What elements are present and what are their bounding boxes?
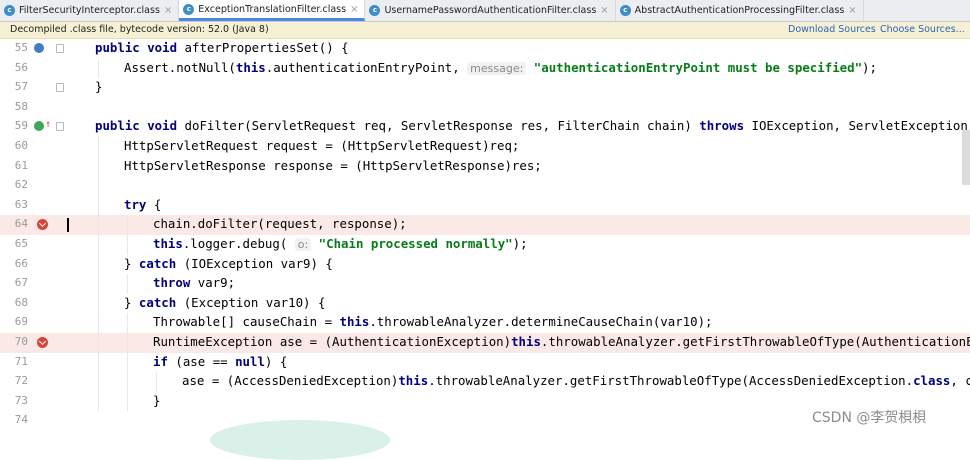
code-line: 69 Throwable[] causeChain = this.throwab… [0, 313, 970, 333]
tab-exception-translation-filter[interactable]: c ExceptionTranslationFilter.class × [179, 0, 366, 21]
tab-label: UsernamePasswordAuthenticationFilter.cla… [384, 5, 597, 16]
code-line: 67 throw var9; [0, 274, 970, 294]
line-number: 69 [14, 315, 28, 329]
code-editor[interactable]: 55 public void afterPropertiesSet() { 56… [0, 39, 970, 436]
line-number: 61 [14, 158, 28, 172]
download-sources-link[interactable]: Download Sources [788, 24, 876, 35]
line-number: 59 [14, 119, 28, 133]
fold-icon[interactable] [56, 44, 64, 53]
tab-abstract-authentication-processing-filter[interactable]: c AbstractAuthenticationProcessingFilter… [616, 0, 864, 21]
line-number: 57 [14, 80, 28, 94]
code-line: 66 } catch (IOException var9) { [0, 254, 970, 275]
editor-tab-bar: c FilterSecurityInterceptor.class × c Ex… [0, 0, 970, 22]
arrow-up-icon[interactable]: ↑ [45, 119, 51, 130]
code-text: try { [124, 196, 162, 212]
close-icon[interactable]: × [848, 5, 856, 16]
code-line: 65 this.logger.debug( o: "Chain processe… [0, 235, 970, 255]
class-file-icon: c [369, 5, 381, 16]
code-text: HttpServletRequest request = (HttpServle… [124, 138, 520, 153]
code-line: 56 Assert.notNull(this.authenticationEnt… [0, 58, 970, 79]
code-text: Throwable[] causeChain = this.throwableA… [153, 314, 713, 330]
code-line: 68 } catch (Exception var10) { [0, 293, 970, 314]
tab-filter-security-interceptor[interactable]: c FilterSecurityInterceptor.class × [0, 0, 180, 21]
line-number: 56 [14, 60, 28, 74]
class-file-icon: c [619, 5, 631, 16]
code-text: public void afterPropertiesSet() { [95, 40, 349, 55]
line-number: 71 [14, 354, 28, 368]
line-number: 63 [14, 197, 28, 211]
text-caret [67, 218, 69, 233]
line-number: 67 [14, 276, 28, 290]
breakpoint-icon[interactable] [37, 337, 48, 348]
code-line: 71 if (ase == null) { [0, 352, 970, 373]
scrollbar-thumb[interactable] [962, 130, 970, 185]
line-number: 66 [14, 256, 28, 270]
parameter-hint: o: [294, 238, 312, 251]
choose-sources-link[interactable]: Choose Sources... [880, 24, 965, 35]
code-line: 59 ↑ public void doFilter(ServletRequest… [0, 117, 970, 137]
code-line: 57 } [0, 78, 970, 98]
implements-method-icon[interactable] [34, 43, 44, 53]
code-line-breakpoint: 70 RuntimeException ase = (Authenticatio… [0, 333, 970, 353]
class-file-icon: c [183, 3, 195, 15]
code-text: Assert.notNull(this.authenticationEntryP… [124, 59, 877, 75]
overrides-method-icon[interactable] [34, 121, 44, 132]
line-number: 55 [14, 41, 28, 54]
code-line: 72 ase = (AccessDeniedException)this.thr… [0, 372, 970, 392]
breakpoint-icon[interactable] [37, 219, 48, 231]
line-number: 70 [14, 335, 28, 348]
banner-message: Decompiled .class file, bytecode version… [10, 24, 269, 35]
code-text: } [153, 392, 161, 408]
class-file-icon: c [4, 5, 15, 16]
code-line: 62 [0, 176, 970, 196]
code-text: chain.doFilter(request, response); [153, 216, 407, 232]
decompiled-info-banner: Decompiled .class file, bytecode version… [0, 22, 970, 39]
code-line: 63 try { [0, 195, 970, 216]
code-text: } [95, 79, 103, 95]
code-text: } catch (IOException var9) { [124, 255, 333, 271]
tab-label: ExceptionTranslationFilter.class [198, 3, 347, 15]
code-text: HttpServletResponse response = (HttpServ… [124, 157, 542, 173]
line-number: 73 [14, 393, 28, 407]
line-number: 60 [14, 139, 28, 152]
line-number: 62 [14, 178, 28, 192]
code-text: throw var9; [153, 275, 236, 291]
code-line: 60 HttpServletRequest request = (HttpSer… [0, 137, 970, 157]
line-number: 68 [14, 295, 28, 309]
line-number: 58 [14, 99, 28, 113]
fold-icon[interactable] [56, 122, 64, 132]
code-line: 58 [0, 98, 970, 118]
code-text: this.logger.debug( o: "Chain processed n… [153, 236, 528, 251]
close-icon[interactable]: × [350, 4, 358, 15]
code-text: RuntimeException ase = (AuthenticationEx… [153, 334, 970, 349]
code-line: 55 public void afterPropertiesSet() { [0, 39, 970, 59]
line-number: 72 [14, 374, 28, 388]
tab-username-password-authentication-filter[interactable]: c UsernamePasswordAuthenticationFilter.c… [365, 0, 616, 21]
line-number: 65 [14, 237, 28, 250]
fold-icon[interactable] [56, 83, 64, 93]
parameter-hint: message: [467, 61, 527, 75]
code-text: if (ase == null) { [153, 353, 288, 369]
code-line: 61 HttpServletResponse response = (HttpS… [0, 156, 970, 177]
close-icon[interactable]: × [164, 5, 172, 16]
code-text: public void doFilter(ServletRequest req,… [95, 118, 970, 134]
tab-label: FilterSecurityInterceptor.class [19, 5, 160, 16]
line-number: 64 [14, 217, 28, 231]
close-icon[interactable]: × [600, 5, 608, 16]
tab-label: AbstractAuthenticationProcessingFilter.c… [634, 5, 845, 16]
code-text: ase = (AccessDeniedException)this.throwa… [182, 373, 970, 389]
line-number: 74 [14, 413, 28, 427]
watermark-text: CSDN @李贺梖梖 [812, 410, 927, 426]
code-line-breakpoint: 64 chain.doFilter(request, response); [0, 215, 970, 235]
decorative-arc [210, 420, 390, 460]
code-text: } catch (Exception var10) { [124, 294, 326, 310]
